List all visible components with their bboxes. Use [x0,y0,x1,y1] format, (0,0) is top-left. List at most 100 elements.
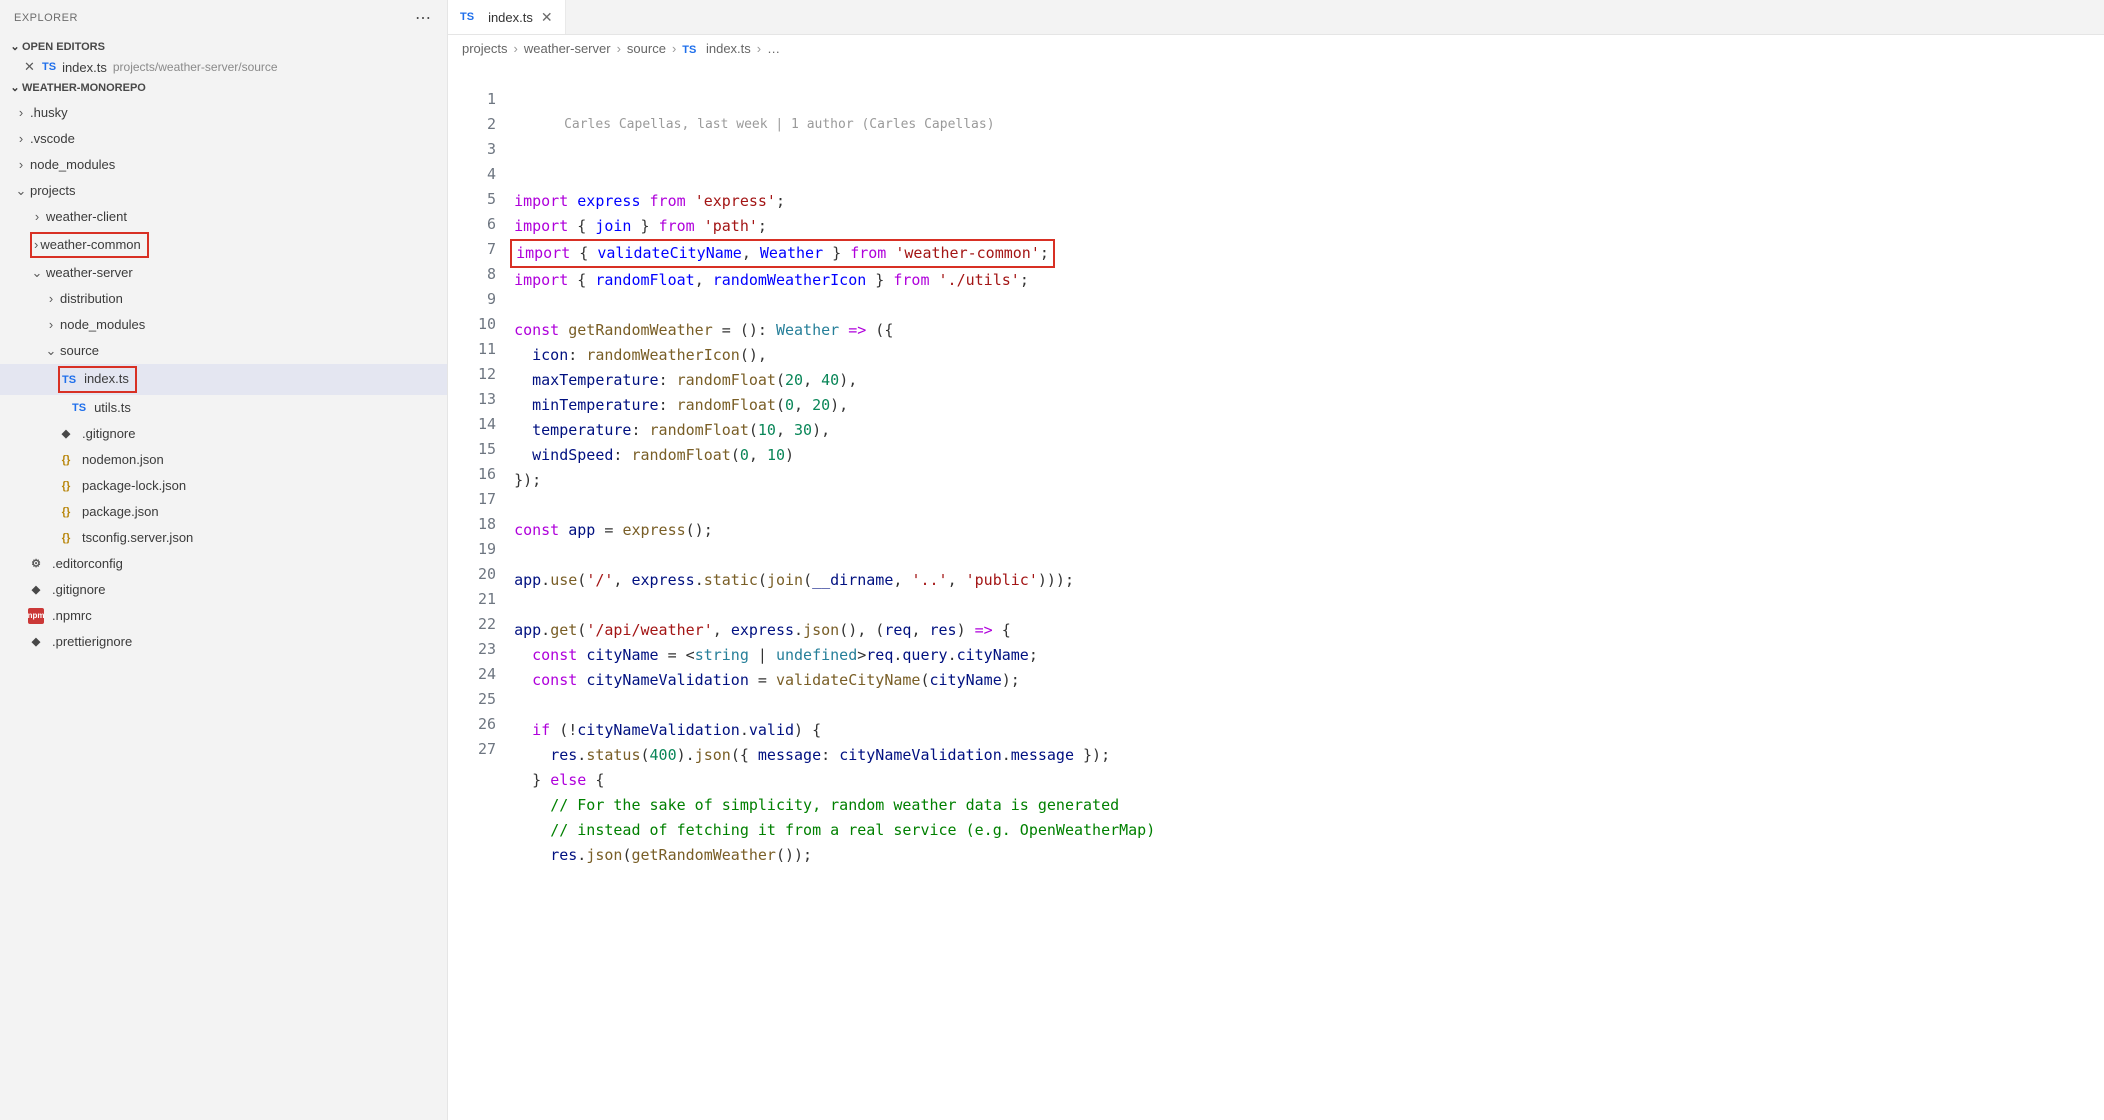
tree-label: utils.ts [92,397,131,419]
breadcrumb-item[interactable]: … [767,41,780,56]
open-editors-header[interactable]: ⌄ OPEN EDITORS [0,36,447,57]
tree-label: distribution [58,288,123,310]
breadcrumbs[interactable]: projects›weather-server›source›TS index.… [448,35,2104,62]
json-icon: {} [58,530,74,546]
code-line[interactable]: import { randomFloat, randomWeatherIcon … [514,268,2084,293]
file-nodemon.json[interactable]: {} nodemon.json [0,447,447,473]
line-number: 7 [478,237,496,262]
folder-weather-client[interactable]: ›weather-client [0,204,447,230]
json-icon: {} [58,452,74,468]
workspace-header[interactable]: ⌄ WEATHER-MONOREPO [0,77,447,98]
tree-label: .prettierignore [50,631,132,653]
code-line[interactable]: res.status(400).json({ message: cityName… [514,743,2084,768]
file-.npmrc[interactable]: npm.npmrc [0,603,447,629]
code-line[interactable] [514,493,2084,518]
code-line[interactable]: const cityNameValidation = validateCityN… [514,668,2084,693]
code-line[interactable]: const app = express(); [514,518,2084,543]
code-area[interactable]: 1234567891011121314151617181920212223242… [448,62,2104,1120]
code-line[interactable] [514,293,2084,318]
file-package-lock.json[interactable]: {}package-lock.json [0,473,447,499]
code-line[interactable]: }); [514,468,2084,493]
chevron-right-icon: › [617,41,621,56]
code-line[interactable]: minTemperature: randomFloat(0, 20), [514,393,2084,418]
code-line[interactable]: const cityName = <string | undefined>req… [514,643,2084,668]
line-number: 25 [478,687,496,712]
code-line[interactable]: maxTemperature: randomFloat(20, 40), [514,368,2084,393]
file-.editorconfig[interactable]: ⚙.editorconfig [0,551,447,577]
file-.gitignore[interactable]: ◆ .gitignore [0,577,447,603]
more-icon[interactable]: ⋯ [415,8,433,28]
code-line[interactable]: app.use('/', express.static(join(__dirna… [514,568,2084,593]
file-.prettierignore[interactable]: ◆ .prettierignore [0,629,447,655]
breadcrumb-item[interactable]: projects [462,41,508,56]
folder-weather-common[interactable]: ›weather-common [0,230,447,260]
folder-weather-server[interactable]: ⌄weather-server [0,260,447,286]
chevron-right-icon: › [44,314,58,336]
line-number: 14 [478,412,496,437]
folder-distribution[interactable]: ›distribution [0,286,447,312]
line-number: 9 [478,287,496,312]
git-blame-annotation: Carles Capellas, last week | 1 author (C… [514,112,2084,139]
code-line[interactable]: windSpeed: randomFloat(0, 10) [514,443,2084,468]
code-line[interactable]: import { join } from 'path'; [514,214,2084,239]
file-.gitignore[interactable]: ◆.gitignore [0,421,447,447]
folder-node_modules[interactable]: ›node_modules [0,152,447,178]
code-line[interactable]: import express from 'express'; [514,189,2084,214]
folder-node_modules[interactable]: ›node_modules [0,312,447,338]
tree-label: node_modules [28,154,115,176]
close-icon[interactable]: ✕ [541,9,553,26]
code-line[interactable]: icon: randomWeatherIcon(), [514,343,2084,368]
chevron-right-icon: › [757,41,761,56]
diamond-icon: ◆ [28,634,44,650]
line-number: 26 [478,712,496,737]
code-line[interactable] [514,543,2084,568]
folder-.husky[interactable]: ›.husky [0,100,447,126]
line-number: 3 [478,137,496,162]
tree-label: .gitignore [50,579,105,601]
chevron-right-icon: › [44,288,58,310]
code-line[interactable]: if (!cityNameValidation.valid) { [514,718,2084,743]
folder-.vscode[interactable]: ›.vscode [0,126,447,152]
line-number: 18 [478,512,496,537]
code-line[interactable]: // instead of fetching it from a real se… [514,818,2084,843]
chevron-right-icon: › [14,102,28,124]
code-line[interactable]: temperature: randomFloat(10, 30), [514,418,2084,443]
code-line[interactable]: res.json(getRandomWeather()); [514,843,2084,868]
folder-source[interactable]: ⌄source [0,338,447,364]
diamond-icon: ◆ [58,426,74,442]
code-lines[interactable]: Carles Capellas, last week | 1 author (C… [514,62,2104,1120]
close-icon[interactable]: ✕ [24,59,42,75]
code-line[interactable]: } else { [514,768,2084,793]
json-icon: {} [58,504,74,520]
ts-icon: TS [72,397,86,419]
diamond-icon: ◆ [28,582,44,598]
chevron-right-icon: › [30,206,44,228]
code-line[interactable] [514,593,2084,618]
code-line[interactable] [514,693,2084,718]
folder-projects[interactable]: ⌄projects [0,178,447,204]
chevron-down-icon: ⌄ [44,340,58,362]
breadcrumb-item[interactable]: TS index.ts [682,41,750,56]
file-tree: ›.husky›.vscode›node_modules⌄projects›we… [0,98,447,655]
tree-label: nodemon.json [80,449,164,471]
chevron-down-icon: ⌄ [8,40,22,53]
code-line[interactable]: const getRandomWeather = (): Weather => … [514,318,2084,343]
line-number: 1 [478,87,496,112]
breadcrumb-item[interactable]: source [627,41,666,56]
editor-tab[interactable]: TS index.ts ✕ [448,0,566,34]
chevron-down-icon: ⌄ [30,262,44,284]
code-line[interactable]: // For the sake of simplicity, random we… [514,793,2084,818]
open-editor-filename: index.ts [62,60,107,75]
file-index.ts[interactable]: TSindex.ts [0,364,447,395]
open-editor-item[interactable]: ✕ TS index.ts projects/weather-server/so… [0,57,447,77]
line-number: 11 [478,337,496,362]
tree-label: .editorconfig [50,553,123,575]
ts-icon: TS [42,61,56,73]
code-line[interactable]: app.get('/api/weather', express.json(), … [514,618,2084,643]
file-utils.ts[interactable]: TS utils.ts [0,395,447,421]
sidebar-title: EXPLORER [14,12,78,24]
breadcrumb-item[interactable]: weather-server [524,41,611,56]
file-package.json[interactable]: {}package.json [0,499,447,525]
code-line[interactable]: import { validateCityName, Weather } fro… [514,239,2084,268]
file-tsconfig.server.json[interactable]: {}tsconfig.server.json [0,525,447,551]
